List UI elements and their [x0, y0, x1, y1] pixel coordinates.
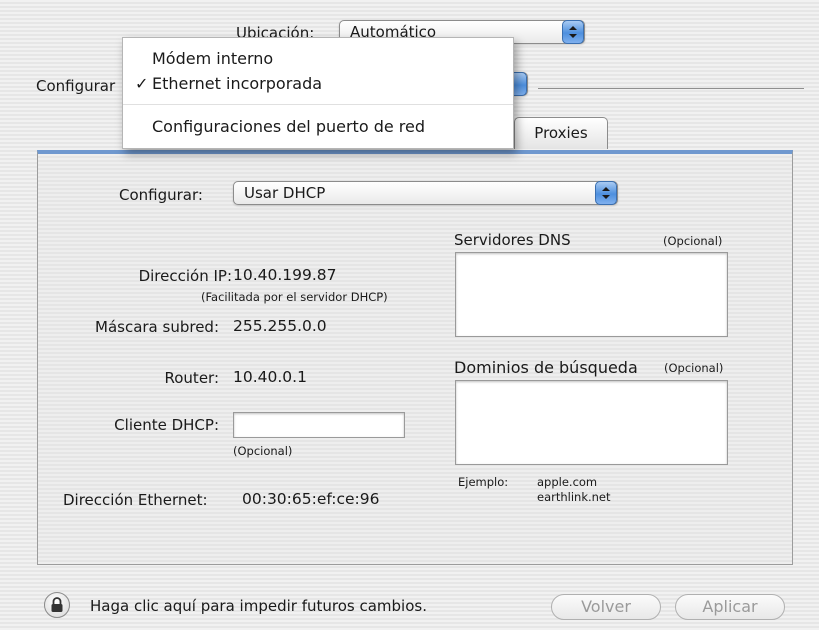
- show-label: Configurar: [36, 77, 116, 95]
- lock-text: Haga clic aquí para impedir futuros camb…: [90, 597, 427, 615]
- port-menu-item-modem[interactable]: Módem interno: [123, 47, 513, 71]
- tab-proxies[interactable]: Proxies: [514, 117, 608, 149]
- example-domain-1: apple.com: [537, 475, 598, 489]
- lock-icon: [51, 597, 63, 612]
- dhcp-client-field[interactable]: [233, 412, 405, 438]
- dhcp-client-label: Cliente DHCP:: [114, 416, 219, 434]
- apply-button-label: Aplicar: [702, 597, 758, 616]
- search-domains-optional: (Opcional): [664, 361, 724, 375]
- ip-label: Dirección IP:: [138, 267, 232, 285]
- configure-popup-value: Usar DHCP: [244, 184, 326, 202]
- lock-button[interactable]: [44, 592, 70, 618]
- example-label: Ejemplo:: [458, 475, 509, 489]
- search-domains-label: Dominios de búsqueda: [454, 358, 638, 377]
- port-menu-item-ethernet[interactable]: ✓ Ethernet incorporada: [123, 72, 513, 96]
- router-label: Router:: [164, 369, 220, 387]
- popup-arrows-icon: [595, 181, 617, 205]
- apply-button[interactable]: Aplicar: [675, 594, 785, 620]
- configure-popup[interactable]: Usar DHCP: [233, 181, 618, 205]
- dns-label: Servidores DNS: [454, 231, 571, 249]
- port-menu-item-label: Configuraciones del puerto de red: [152, 117, 426, 136]
- popup-arrows-icon: [562, 20, 584, 44]
- dhcp-client-note: (Opcional): [233, 444, 293, 458]
- port-menu-item-label: Módem interno: [152, 49, 274, 68]
- tab-proxies-label: Proxies: [534, 124, 588, 142]
- separator-line: [538, 88, 804, 89]
- port-menu-item-label: Ethernet incorporada: [152, 74, 323, 93]
- ethernet-value: 00:30:65:ef:ce:96: [242, 490, 380, 508]
- checkmark-icon: ✓: [135, 74, 149, 93]
- ethernet-label: Dirección Ethernet:: [63, 491, 208, 509]
- search-domains-field[interactable]: [455, 380, 728, 465]
- router-value: 10.40.0.1: [233, 368, 307, 386]
- dns-servers-field[interactable]: [455, 252, 728, 337]
- ip-value: 10.40.199.87: [233, 266, 337, 284]
- menu-separator: [123, 104, 513, 105]
- revert-button-label: Volver: [581, 597, 631, 616]
- port-menu-item-network-port-configs[interactable]: Configuraciones del puerto de red: [123, 115, 513, 139]
- dns-optional: (Opcional): [663, 234, 723, 248]
- example-domain-2: earthlink.net: [537, 490, 611, 504]
- configure-label: Configurar:: [119, 186, 203, 204]
- port-menu: Módem interno ✓ Ethernet incorporada Con…: [122, 37, 514, 149]
- revert-button[interactable]: Volver: [551, 594, 661, 620]
- subnet-value: 255.255.0.0: [233, 317, 327, 335]
- ip-note: (Facilitada por el servidor DHCP): [201, 290, 388, 304]
- subnet-label: Máscara subred:: [95, 318, 219, 336]
